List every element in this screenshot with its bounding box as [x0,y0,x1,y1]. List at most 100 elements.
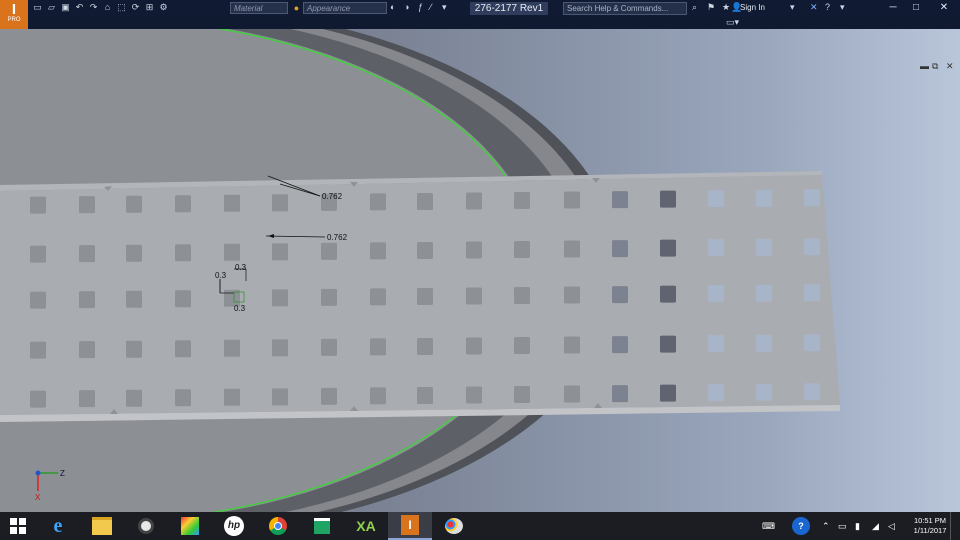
cart-icon[interactable]: ⚑ [707,2,715,13]
tray-hole [804,334,820,352]
tray-hole [612,191,628,209]
volume-icon[interactable]: ◁ [888,512,895,540]
taskbar-paint[interactable] [432,512,476,540]
measure-icon[interactable]: ⊞ [144,2,155,13]
ribbon-toggle-icon[interactable]: ▭▾ [726,17,739,28]
close-button[interactable]: ✕ [937,1,951,15]
tray-hole [126,340,142,358]
home-icon[interactable]: ⌂ [102,2,113,13]
tray-hole [612,286,628,304]
start-button[interactable] [0,512,36,540]
inventor-logo-label: PRO [7,17,21,23]
tray-hole [224,388,240,406]
graphics-window[interactable]: 0.762 0.762 0.3 0.3 0.3 Z X ▬ ⧉ ✕ [0,29,960,512]
tray-hole [804,383,820,401]
show-desktop-button[interactable] [950,512,960,540]
tray-hole [79,245,95,263]
redo-icon[interactable]: ↷ [88,2,99,13]
tray-hole [660,285,676,303]
ribbon-bar: AssembleSimplifyDesign3D ModelSketchInsp… [0,17,960,46]
tray-hole [708,190,724,208]
tray-hole [321,338,337,356]
tray-hole [175,195,191,213]
material-dropdown-label: Material [234,4,263,13]
application-menu-button[interactable]: I PRO [0,0,28,29]
dimension-value-4: 0.3 [215,271,227,280]
exchange-apps-icon[interactable]: ✕ [810,2,818,13]
star-icon[interactable]: ★ [722,2,730,13]
adjust-appearance-icon[interactable]: ◐ [390,2,395,12]
taskbar-app-xa[interactable]: XA [344,512,388,540]
power-icon[interactable]: ▭ [838,512,847,540]
search-icon[interactable]: ⌕ [692,2,697,13]
tray-hole [564,286,580,304]
new-icon[interactable]: ▭ [32,2,43,13]
help-dropdown-icon[interactable]: ▾ [840,2,845,13]
store-icon [314,518,330,534]
taskbar-chrome[interactable] [256,512,300,540]
update-icon[interactable]: ⟳ [130,2,141,13]
tray-hole [466,241,482,259]
taskbar-inventor[interactable]: I [388,512,432,540]
windows-icon [10,518,26,534]
tray-hole [30,196,46,214]
qat-more-icon[interactable]: ▾ [442,2,447,13]
select-icon[interactable]: ⬚ [116,2,127,13]
tray-hole [804,189,820,207]
doc-restore-button[interactable]: ⧉ [932,61,938,72]
taskbar-hp[interactable]: hp [212,512,256,540]
model-canvas[interactable]: 0.762 0.762 0.3 0.3 0.3 Z X [0,29,960,512]
minimize-button[interactable]: ─ [886,1,900,15]
search-help-input[interactable]: Search Help & Commands... [563,2,687,15]
parameters-icon[interactable]: ƒ [418,2,423,12]
tray-hole [370,338,386,356]
app-xa-icon: XA [356,518,376,534]
clear-appearance-icon[interactable]: ◑ [404,2,409,12]
tray-hole [370,288,386,306]
open-icon[interactable]: ▱ [46,2,57,13]
tray-hole [612,240,628,258]
tray-hole [175,290,191,308]
clock[interactable]: 10:51 PM 1/11/2017 [904,516,956,536]
inventor-icon: I [401,515,419,535]
tray-hole [321,387,337,405]
maximize-button[interactable]: □ [909,1,923,15]
taskbar-internet-explorer[interactable]: e [36,512,80,540]
dimension-value-5: 0.3 [234,304,246,313]
hp-icon: hp [224,516,244,536]
doc-close-button[interactable]: ✕ [946,61,954,72]
tray-hole [417,192,433,210]
tray-hole [564,191,580,209]
taskbar-app-colorful[interactable] [168,512,212,540]
tray-hole [417,241,433,259]
tray-hole [660,335,676,353]
tray-hole [660,384,676,402]
undo-icon[interactable]: ↶ [74,2,85,13]
tray-hole [417,287,433,305]
dimension-value-2: 0.762 [327,233,348,242]
taskbar: e hp XA I ⌨ ? ⌃ ▭ ▮ ◢ ◁ 10:51 PM 1/11/20… [0,512,960,540]
help-tray-icon[interactable]: ? [792,512,810,540]
sign-in-dropdown-icon[interactable]: ▾ [790,2,795,13]
taskbar-file-explorer[interactable] [80,512,124,540]
save-icon[interactable]: ▣ [60,2,71,13]
taskbar-store[interactable] [300,512,344,540]
appearance-dropdown[interactable]: Appearance [303,2,387,14]
tray-hole [370,387,386,405]
tray-hole [756,284,772,302]
settings-icon[interactable]: ⚙ [158,2,169,13]
network-icon[interactable]: ▮ [855,512,860,540]
taskbar-app-circle[interactable] [124,512,168,540]
sign-in-link[interactable]: Sign In [740,3,765,12]
tray-expand-icon[interactable]: ⌃ [822,512,830,540]
help-icon[interactable]: ? [825,2,830,12]
doc-minimize-button[interactable]: ▬ [920,61,929,71]
material-dropdown[interactable]: Material [230,2,288,14]
wifi-icon[interactable]: ◢ [872,512,879,540]
tray-hole [175,389,191,407]
fx-icon[interactable]: ⁄ [430,2,432,12]
tray-hole [514,337,530,355]
tray-hole [175,340,191,358]
keyboard-icon[interactable]: ⌨ [762,512,775,540]
tray-hole [514,287,530,305]
